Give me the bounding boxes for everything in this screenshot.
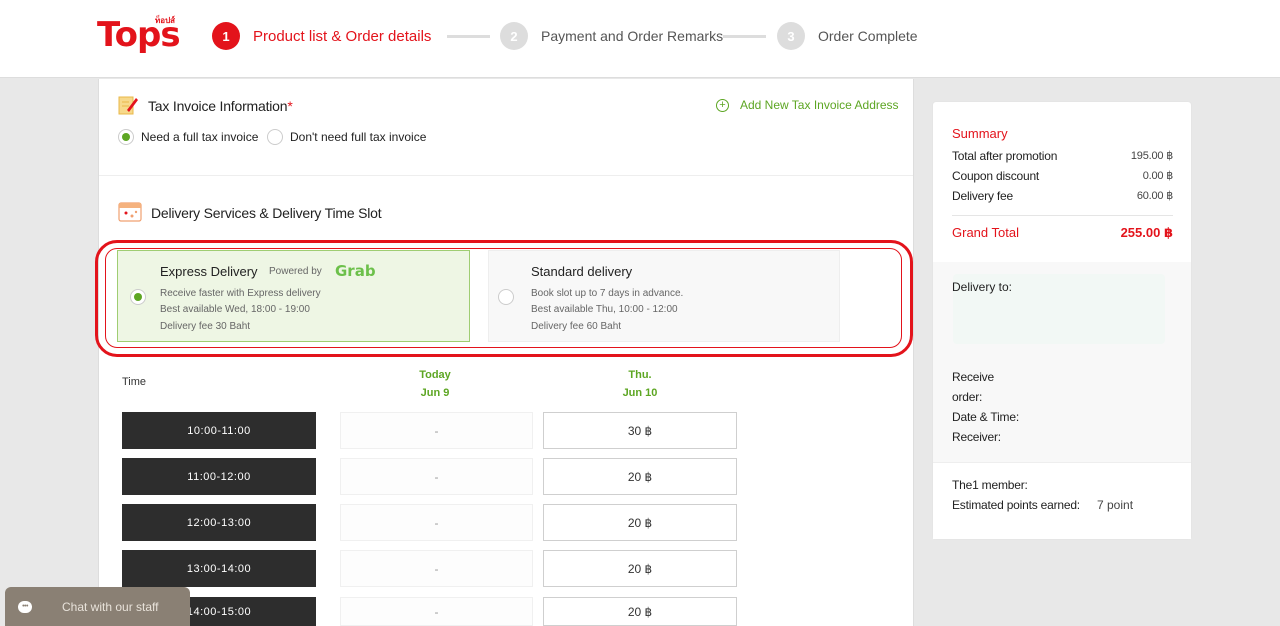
day-date: Jun 9 [420,387,450,399]
step-1: 1 Product list & Order details [212,22,431,50]
day-name: Today [419,369,451,381]
summary-value: 60.00 ฿ [1136,190,1173,202]
time-slot-label: 12:00-13:00 [122,504,316,541]
order-summary-panel: Summary Total after promotion 195.00 ฿ C… [932,101,1192,540]
summary-label: Total after promotion [952,149,1058,163]
standard-line-3: Delivery fee 60 Baht [531,321,622,332]
step-2-label: Payment and Order Remarks [541,28,724,44]
time-slot-label: 13:00-14:00 [122,550,316,587]
tax-invoice-title: Tax Invoice Information* [148,98,293,114]
receive-order-label-2: order: [952,390,983,404]
chat-with-staff-button[interactable]: ••• Chat with our staff [5,587,190,626]
day-date: Jun 10 [622,387,658,399]
summary-value: 0.00 ฿ [1142,170,1173,182]
step-3-label: Order Complete [818,28,918,44]
page-header: Tops ท็อปส์ 1 Product list & Order detai… [0,0,1280,78]
step-3-number: 3 [777,22,805,50]
no-tax-invoice-radio[interactable] [267,129,283,145]
summary-value: 195.00 ฿ [1130,150,1173,162]
add-tax-address-label: Add New Tax Invoice Address [740,98,899,112]
standard-line-1: Book slot up to 7 days in advance. [531,288,684,299]
delivery-to-label: Delivery to: [952,280,1013,294]
express-delivery-option[interactable]: Express Delivery Powered by Grab Receive… [117,250,470,342]
add-tax-address-link[interactable]: + Add New Tax Invoice Address [716,98,899,112]
need-tax-invoice-radio[interactable] [118,129,134,145]
time-slot-label: 10:00-11:00 [122,412,316,449]
step-2: 2 Payment and Order Remarks [500,22,723,50]
section-divider [99,175,913,176]
summary-divider [952,215,1173,216]
need-tax-invoice-label: Need a full tax invoice [141,130,259,144]
powered-by-label: Powered by [269,266,322,277]
no-tax-invoice-option[interactable]: Don't need full tax invoice [267,129,426,145]
grab-logo: Grab [335,262,376,280]
slot-thu-price[interactable]: 30 ฿ [543,412,737,449]
day-header-thu: Thu. Jun 10 [600,366,680,402]
receive-order-label-1: Receive [952,370,994,384]
day-header-today: Today Jun 9 [395,366,475,402]
summary-row-total: Total after promotion 195.00 ฿ [952,149,1173,163]
tops-logo-thai-text: ท็อปส์ [155,16,176,25]
step-connector [723,35,766,38]
step-connector [447,35,490,38]
no-tax-invoice-label: Don't need full tax invoice [290,130,427,144]
delivery-section-title: Delivery Services & Delivery Time Slot [151,205,382,221]
summary-row-coupon: Coupon discount 0.00 ฿ [952,169,1173,183]
receiver-label: Receiver: [952,430,1001,444]
express-line-2: Best available Wed, 18:00 - 19:00 [160,304,310,315]
time-slot-label: 11:00-12:00 [122,458,316,495]
step-1-label: Product list & Order details [253,27,432,45]
express-line-3: Delivery fee 30 Baht [160,321,251,332]
grand-total-label: Grand Total [952,225,1019,240]
need-tax-invoice-option[interactable]: Need a full tax invoice [118,129,258,145]
plus-circle-icon: + [716,98,729,112]
step-2-number: 2 [500,22,528,50]
time-column-header: Time [122,376,147,388]
slot-today-unavailable: - [340,412,533,449]
standard-delivery-radio[interactable] [498,289,514,305]
express-delivery-title: Express Delivery [160,264,258,279]
grand-total-row: Grand Total 255.00 ฿ [952,225,1173,241]
step-3: 3 Order Complete [777,22,918,50]
chat-label: Chat with our staff [62,599,159,614]
slot-thu-price[interactable]: 20 ฿ [543,597,737,626]
slot-today-unavailable: - [340,550,533,587]
summary-title: Summary [952,126,1008,141]
slot-today-unavailable: - [340,458,533,495]
slot-today-unavailable: - [340,597,533,626]
summary-row-delivery-fee: Delivery fee 60.00 ฿ [952,189,1173,203]
summary-label: Coupon discount [952,169,1040,183]
slot-thu-price[interactable]: 20 ฿ [543,504,737,541]
grand-total-value: 255.00 ฿ [1120,225,1173,240]
date-time-label: Date & Time: [952,410,1019,424]
required-mark: * [287,98,293,114]
slot-today-unavailable: - [340,504,533,541]
day-name: Thu. [628,369,652,381]
calendar-icon [118,202,142,222]
points-earned-label: Estimated points earned: [952,498,1080,512]
chat-bubble-icon: ••• [18,600,32,613]
express-line-1: Receive faster with Express delivery [160,288,321,299]
points-earned-value: 7 point [1097,498,1134,512]
step-1-number: 1 [212,22,240,50]
slot-thu-price[interactable]: 20 ฿ [543,550,737,587]
slot-thu-price[interactable]: 20 ฿ [543,458,737,495]
tax-invoice-icon [118,96,138,115]
express-delivery-radio[interactable] [130,289,146,305]
the1-member-label: The1 member: [952,478,1028,492]
summary-label: Delivery fee [952,189,1013,203]
standard-delivery-option[interactable]: Standard delivery Book slot up to 7 days… [488,250,840,342]
standard-line-2: Best available Thu, 10:00 - 12:00 [531,304,678,315]
standard-delivery-title: Standard delivery [531,264,633,279]
